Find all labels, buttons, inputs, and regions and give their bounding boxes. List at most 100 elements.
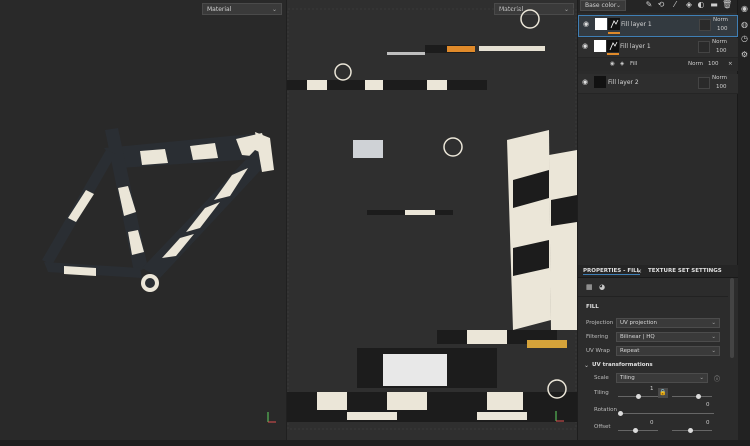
eye-icon[interactable]: ◉ xyxy=(583,20,589,28)
axis-gizmo xyxy=(555,410,565,422)
layers-toolbar: Base color ⌄ ✎ ⟲ ⁄ ◈ ◐ ▬ 🗑 xyxy=(578,0,738,13)
blend-mode[interactable]: Norm xyxy=(712,39,727,45)
status-bar xyxy=(0,440,750,446)
opacity-value[interactable]: 100 xyxy=(716,84,727,90)
offset-value-a: 0 xyxy=(650,420,654,426)
mask-indicator xyxy=(608,32,620,34)
offset-label: Offset xyxy=(594,424,611,430)
tiling-label: Tiling xyxy=(594,390,609,396)
filtering-select[interactable]: Bilinear | HQ ⌄ xyxy=(616,332,720,342)
mask-thumbnail xyxy=(607,40,619,52)
close-icon[interactable]: × xyxy=(728,61,733,67)
eye-icon[interactable]: ◉ xyxy=(610,61,615,67)
layer-thumbnail xyxy=(594,76,606,88)
layer-row[interactable]: ◉ Fill layer 2 Norm 100 xyxy=(578,74,738,94)
opacity-value[interactable]: 100 xyxy=(708,61,719,67)
chevron-down-icon: ⌄ xyxy=(711,348,716,354)
offset-slider-knob-2[interactable] xyxy=(688,428,693,433)
properties-header: PROPERTIES - FILL × TEXTURE SET SETTINGS xyxy=(578,265,738,278)
rotation-label: Rotation xyxy=(594,407,618,413)
scale-select[interactable]: Tiling ⌄ xyxy=(616,373,708,383)
offset-slider-track[interactable] xyxy=(618,430,658,431)
layers-grid-icon[interactable]: ▦ xyxy=(586,283,593,291)
channel-dropdown[interactable]: Base color ⌄ xyxy=(580,0,626,11)
divider xyxy=(578,296,728,297)
properties-body: ▦ ◕ FILL Projection UV projection ⌄ Filt… xyxy=(578,278,738,440)
paint-brush-icon[interactable]: ✎ xyxy=(644,0,654,10)
filtering-label: Filtering xyxy=(586,334,609,340)
section-fill-title: FILL xyxy=(586,304,599,310)
mask-slot[interactable] xyxy=(699,19,711,31)
eye-icon[interactable]: ◉ xyxy=(582,42,588,50)
mask-icon[interactable]: ⁄ xyxy=(670,0,680,10)
camera-icon[interactable]: ◉ xyxy=(740,4,749,13)
eye-icon[interactable]: ◉ xyxy=(582,78,588,86)
offset-value-b: 0 xyxy=(706,420,710,426)
rotation-slider-track[interactable] xyxy=(618,413,714,414)
opacity-value[interactable]: 100 xyxy=(717,26,728,32)
tiling-slider-knob[interactable] xyxy=(636,394,641,399)
rotation-slider-knob[interactable] xyxy=(618,411,623,416)
fill-effect-row[interactable]: ◉ ◈ Fill Norm 100 × xyxy=(578,58,738,71)
layer-thumbnail xyxy=(594,40,606,52)
projection-select[interactable]: UV projection ⌄ xyxy=(616,318,720,328)
properties-scrollbar[interactable] xyxy=(730,278,734,358)
close-icon[interactable]: × xyxy=(637,268,642,275)
fill-effect-name: Fill xyxy=(630,61,638,67)
tab-properties-fill[interactable]: PROPERTIES - FILL xyxy=(583,268,641,275)
axis-gizmo-3d xyxy=(266,410,278,424)
chevron-down-icon: ⌄ xyxy=(699,375,704,381)
layer-name: Fill layer 2 xyxy=(608,79,639,86)
globe-icon[interactable]: ◍ xyxy=(740,20,749,29)
layer-name: Fill layer 1 xyxy=(620,43,651,50)
blend-mode[interactable]: Norm xyxy=(713,17,728,23)
mask-indicator xyxy=(607,53,619,55)
tab-texture-set-settings[interactable]: TEXTURE SET SETTINGS xyxy=(648,268,722,274)
info-icon[interactable]: ⓘ xyxy=(714,374,720,383)
trash-icon[interactable]: 🗑 xyxy=(722,0,732,10)
opacity-value[interactable]: 100 xyxy=(716,48,727,54)
tiling-slider-knob-2[interactable] xyxy=(696,394,701,399)
material-sphere-icon[interactable]: ◐ xyxy=(696,0,706,10)
chevron-down-icon[interactable]: ⌄ xyxy=(584,362,589,369)
uvwrap-label: UV Wrap xyxy=(586,348,610,354)
mask-thumbnail xyxy=(608,18,620,30)
projection-value: UV projection xyxy=(620,320,658,326)
projection-label: Projection xyxy=(586,320,614,326)
mask-slot[interactable] xyxy=(698,77,710,89)
material-sphere-icon[interactable]: ◕ xyxy=(599,283,605,291)
tiling-value-top: 1 xyxy=(650,386,654,392)
add-effect-icon[interactable]: ⟲ xyxy=(656,0,666,10)
mask-slot[interactable] xyxy=(698,41,710,53)
side-toolbar: ◉ ◍ ◷ ⚙ xyxy=(737,0,750,440)
fill-bucket-icon: ◈ xyxy=(620,61,625,67)
offset-slider-knob[interactable] xyxy=(633,428,638,433)
tiling-value: 0 xyxy=(706,402,710,408)
scale-label: Scale xyxy=(594,375,609,381)
layer-name: Fill layer 1 xyxy=(621,21,652,28)
uvwrap-select[interactable]: Repeat ⌄ xyxy=(616,346,720,356)
uv-islands[interactable] xyxy=(287,0,577,440)
uvwrap-value: Repeat xyxy=(620,348,640,354)
chevron-down-icon: ⌄ xyxy=(711,320,716,326)
chevron-down-icon: ⌄ xyxy=(615,2,621,9)
chevron-down-icon: ⌄ xyxy=(711,334,716,340)
bike-frame-model[interactable] xyxy=(0,0,286,440)
section-uv-title: UV transformations xyxy=(592,362,653,368)
right-panel: Base color ⌄ ✎ ⟲ ⁄ ◈ ◐ ▬ 🗑 ◉ ◍ ◷ ⚙ ◉ Fil… xyxy=(577,0,750,440)
viewport-2d-uv[interactable]: Material ⌄ xyxy=(286,0,577,440)
tiling-slider-track-2[interactable] xyxy=(672,396,712,397)
folder-icon[interactable]: ▬ xyxy=(709,0,719,10)
blend-mode[interactable]: Norm xyxy=(712,75,727,81)
blend-mode[interactable]: Norm xyxy=(688,61,703,67)
gear-icon[interactable]: ⚙ xyxy=(740,50,749,59)
fill-bucket-icon[interactable]: ◈ xyxy=(684,0,694,10)
layer-row[interactable]: ◉ Fill layer 1 Norm 100 xyxy=(578,15,738,37)
channel-dropdown-label: Base color xyxy=(585,2,617,9)
lock-icon[interactable]: 🔒 xyxy=(658,388,668,398)
history-icon[interactable]: ◷ xyxy=(740,34,749,43)
layer-thumbnail xyxy=(595,18,607,30)
scale-value: Tiling xyxy=(620,375,635,381)
layer-row[interactable]: ◉ Fill layer 1 Norm 100 xyxy=(578,38,738,58)
viewport-3d[interactable]: Material ⌄ xyxy=(0,0,286,440)
